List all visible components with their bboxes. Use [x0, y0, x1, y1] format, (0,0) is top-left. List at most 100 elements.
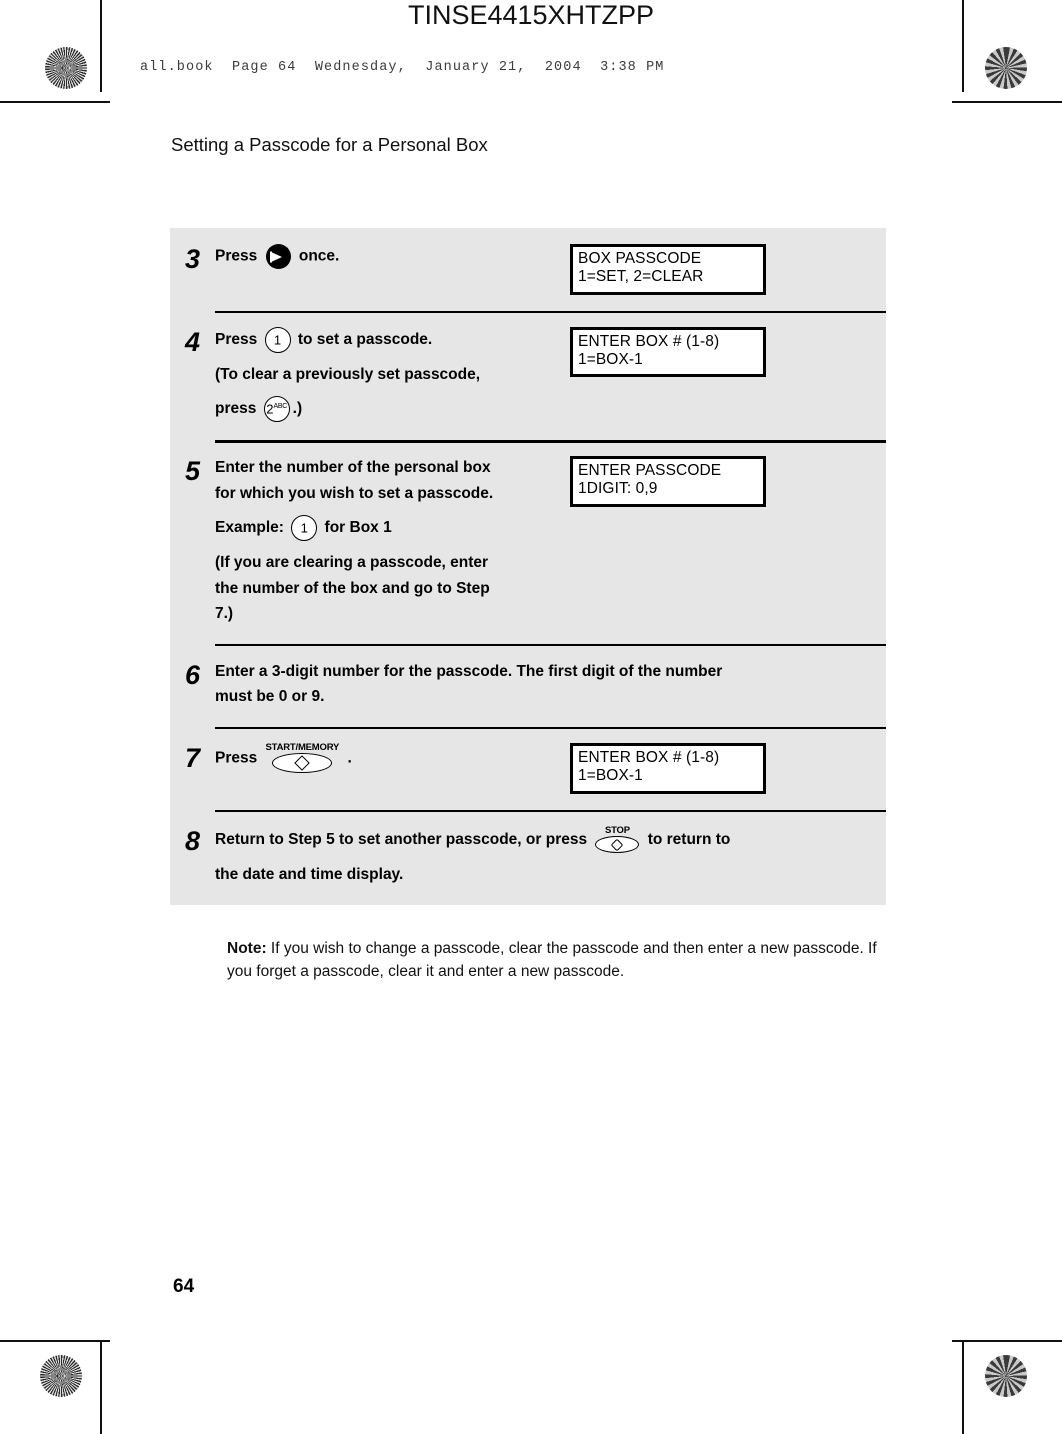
step-separator [215, 310, 886, 314]
step-separator [215, 440, 886, 443]
step-body: Press once. BOX PASSCODE 1=SET, 2=CLEAR [215, 228, 886, 311]
step-number: 4 [184, 326, 201, 357]
digit-1-key[interactable]: 1 [291, 515, 318, 542]
arrow-right-triangle [270, 251, 282, 262]
procedure-steps-panel: 3 Press once. BOX PASSCODE 1=SET, 2=CLEAR 4 P… [170, 228, 886, 905]
procedure-step-6: 6 Enter a 3-digit number for the passcode… [170, 643, 886, 727]
print-control-pinwheel-top-right [985, 47, 1027, 89]
registration-mark-upper-left [30, 100, 84, 154]
step-instruction-text: Press once. [215, 244, 570, 295]
crop-rule-right-horizontal-top [952, 101, 1062, 103]
digit-2-abc-key[interactable]: 2ABC [263, 396, 290, 423]
digit-2-label: 2ABC [266, 401, 288, 417]
step-line: (To clear a previously set passcode, [215, 365, 481, 383]
procedure-step-3: 3 Press once. BOX PASSCODE 1=SET, 2=CLEAR [170, 228, 886, 311]
lcd-line-2: 1=BOX-1 [578, 350, 643, 368]
start-memory-label: START/MEMORY [265, 741, 340, 753]
lcd-line-1: ENTER PASSCODE [578, 462, 722, 480]
step-body: Press 1 to set a passcode. (To clear a pr… [215, 311, 886, 441]
note-text: If you wish to change a passcode, clear … [227, 940, 877, 981]
start-memory-diamond-icon [294, 755, 311, 772]
step-number: 7 [184, 742, 201, 773]
lcd-display: ENTER PASSCODE 1DIGIT: 0,9 [570, 456, 766, 507]
step-body: Enter the number of the personal box for … [215, 440, 886, 644]
stop-key[interactable]: STOP [595, 824, 640, 853]
step-instruction-text: Press 1 to set a passcode. (To clear a pr… [215, 326, 570, 425]
step-number: 3 [184, 244, 201, 274]
job-code-label: TINSE4415XHTZPP [407, 0, 655, 30]
registration-mark-bottom-center [505, 1348, 559, 1402]
digit-2-abc-sublabel: ABC [273, 403, 288, 411]
step-line: Enter the number of the personal box [215, 459, 491, 477]
lcd-display: BOX PASSCODE 1=SET, 2=CLEAR [570, 244, 766, 295]
step-line: Return to Step 5 to set another passcode… [215, 824, 855, 853]
step-line: the number of the box and go to Step [215, 579, 490, 597]
print-control-pinwheel-top-left [45, 47, 87, 89]
lcd-display-column [855, 660, 1062, 711]
stop-octagon-icon [611, 838, 624, 851]
start-memory-key[interactable]: START/MEMORY [265, 741, 340, 774]
step-line: must be 0 or 9. [215, 688, 325, 706]
lcd-line-2: 1DIGIT: 0,9 [578, 480, 658, 498]
arrow-right-key[interactable] [265, 244, 291, 269]
stop-label: STOP [604, 824, 630, 836]
registration-mark-upper-right [978, 100, 1032, 154]
lcd-line-1: ENTER BOX # (1-8) [578, 332, 720, 350]
lcd-display-column: ENTER BOX # (1-8) 1=BOX-1 [570, 742, 785, 794]
lcd-display-column [855, 826, 1062, 889]
page-title: Setting a Passcode for a Personal Box [171, 134, 488, 155]
lcd-display-column: ENTER BOX # (1-8) 1=BOX-1 [570, 326, 785, 425]
registration-mark-bottom-left [93, 1348, 147, 1402]
step-line: for which you wish to set a passcode. [215, 484, 494, 502]
procedure-step-4: 4 Press 1 to set a passcode. (To clear a p… [170, 310, 886, 441]
step-line: Press 1 to set a passcode. [215, 326, 570, 353]
registration-mark-top-right [917, 40, 971, 94]
step-body: Enter a 3-digit number for the passcode.… [215, 644, 1062, 727]
step-instruction-text: Press START/MEMORY . [215, 743, 570, 794]
lcd-line-1: BOX PASSCODE [578, 250, 702, 267]
step-line: press 2ABC.) [215, 396, 570, 423]
registration-mark-middle-left [30, 688, 84, 742]
step-instruction-text: Enter the number of the personal box for … [215, 456, 570, 628]
step-body: Press START/MEMORY . ENTER BOX # (1-8) 1=B… [215, 727, 886, 810]
crop-rule-right-horizontal-bottom [952, 1340, 1062, 1342]
note-label: Note: [227, 940, 267, 957]
step-body: Return to Step 5 to set another passcode… [215, 810, 1062, 905]
step-number: 5 [184, 456, 201, 487]
crop-rule-left-horizontal-top [0, 101, 110, 103]
step-separator [215, 643, 886, 647]
step-line: Enter a 3-digit number for the passcode.… [215, 662, 723, 680]
crop-rule-bottom-left-vertical [100, 1342, 102, 1434]
registration-mark-top-left [93, 40, 147, 94]
step-number: 6 [184, 659, 201, 690]
digit-1-label: 1 [273, 332, 282, 348]
start-memory-oval [272, 753, 333, 774]
step-line: (If you are clearing a passcode, enter [215, 554, 489, 572]
step-number: 8 [184, 825, 201, 856]
lcd-line-2: 1=SET, 2=CLEAR [578, 268, 704, 286]
book-file-stamp: all.book Page 64 Wednesday, January 21, … [140, 60, 665, 75]
lcd-display: ENTER BOX # (1-8) 1=BOX-1 [570, 742, 766, 794]
crop-rule-left-horizontal-bottom [0, 1340, 110, 1342]
step-line: the date and time display. [215, 866, 404, 883]
procedure-step-8: 8 Return to Step 5 to set another passcod… [170, 809, 886, 905]
lcd-line-2: 1=BOX-1 [578, 767, 643, 785]
step-line: Press START/MEMORY . [215, 743, 570, 774]
digit-1-label: 1 [300, 520, 308, 536]
step-line: Example: 1 for Box 1 [215, 515, 570, 542]
lcd-line-1: ENTER BOX # (1-8) [578, 748, 720, 766]
lcd-display-column: BOX PASSCODE 1=SET, 2=CLEAR [570, 244, 785, 295]
step-instruction-text: Enter a 3-digit number for the passcode.… [215, 660, 855, 711]
registration-mark-lower-left [30, 1288, 84, 1342]
step-separator [215, 809, 886, 812]
stop-oval [595, 836, 640, 853]
lcd-display: ENTER BOX # (1-8) 1=BOX-1 [570, 326, 766, 378]
note-block: Note: If you wish to change a passcode, … [227, 937, 877, 984]
registration-mark-lower-right [978, 1288, 1032, 1342]
digit-1-key[interactable]: 1 [264, 326, 291, 353]
registration-mark-bottom-right [917, 1348, 971, 1402]
page-number: 64 [173, 1276, 195, 1297]
step-separator [215, 726, 886, 730]
step-line: Press once. [215, 244, 570, 269]
crop-rule-bottom-right-vertical [962, 1342, 964, 1434]
